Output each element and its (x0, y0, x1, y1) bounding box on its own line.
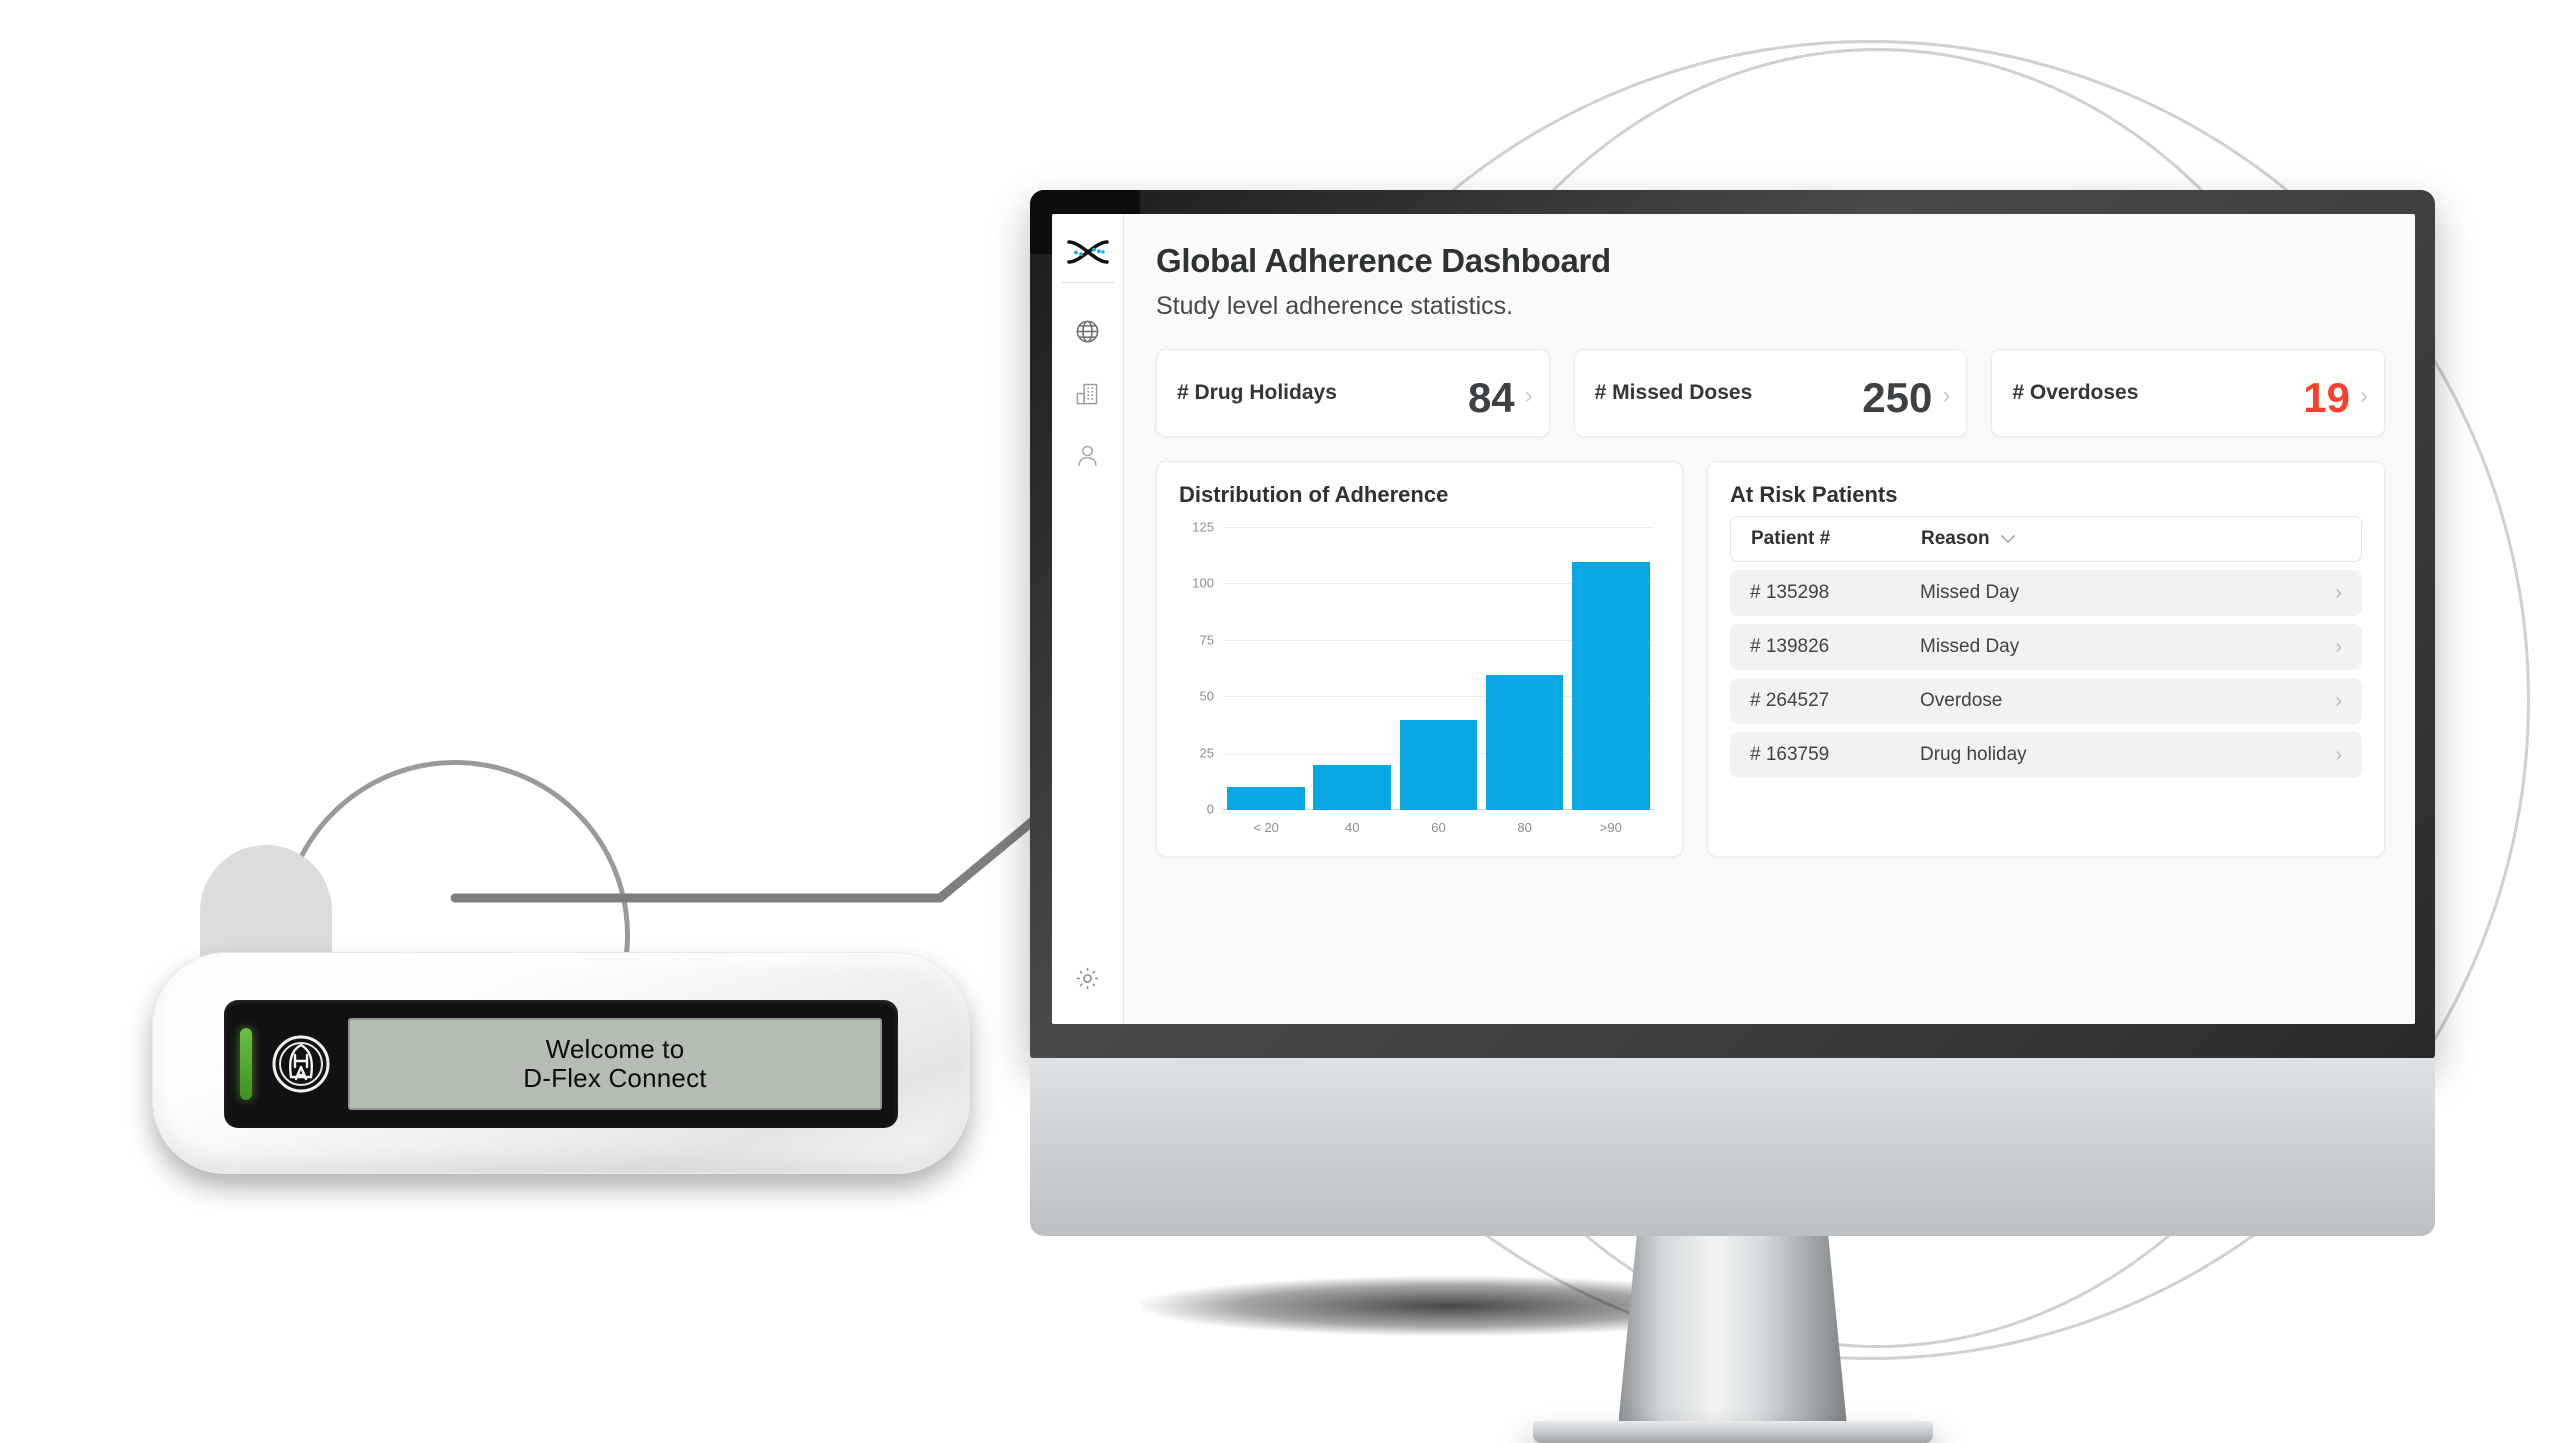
cell-patient-number: # 135298 (1750, 582, 1830, 603)
x-axis-tick-label: 40 (1345, 820, 1360, 835)
lcd-line-2: D-Flex Connect (523, 1063, 707, 1093)
sidebar-item-global[interactable]: Global (1066, 309, 1110, 353)
bar[interactable] (1572, 561, 1650, 810)
dna-helix-logo[interactable] (1061, 230, 1114, 283)
cell-patient-number: # 264527 (1750, 690, 1830, 711)
cell-reason: Missed Day (1920, 582, 2020, 603)
d-flex-connect-device: Welcome to D-Flex Connect (152, 952, 970, 1174)
main-content: Global Adherence Dashboard Study level a… (1124, 214, 2415, 1024)
x-axis-tick-label: < 20 (1253, 820, 1279, 835)
bar-series: < 20 40 60 80 >90 (1223, 528, 1654, 835)
column-header-reason-wrap[interactable]: Reason (1921, 528, 2315, 550)
bar[interactable] (1313, 764, 1392, 810)
y-axis-tick-label: 75 (1199, 632, 1214, 648)
x-axis-tick-label: 60 (1431, 820, 1446, 835)
y-axis-tick-label: 100 (1192, 575, 1214, 591)
device-front-panel: Welcome to D-Flex Connect (224, 1000, 898, 1128)
y-axis-tick-label: 125 (1192, 519, 1214, 535)
monitor-lower-bezel (1030, 1058, 2435, 1236)
page-title: Global Adherence Dashboard (1156, 242, 1611, 279)
monitor-stand-base (1532, 1421, 1933, 1443)
table-row[interactable]: # 135298 Missed Day › (1730, 570, 2362, 616)
bar-column[interactable]: < 20 (1227, 528, 1305, 835)
screen: Global Sites (1052, 214, 2415, 1024)
stat-card-overdoses[interactable]: # Overdoses 19 › (1991, 349, 2386, 437)
lcd-line-1: Welcome to (545, 1033, 685, 1064)
bar[interactable] (1227, 787, 1305, 810)
chevron-right-icon[interactable]: › (2316, 744, 2342, 767)
bar-column[interactable]: 40 (1313, 528, 1392, 835)
bar[interactable] (1485, 674, 1564, 810)
cell-reason: Drug holiday (1920, 744, 2027, 765)
chevron-right-icon[interactable]: › (2316, 636, 2342, 659)
y-axis-tick-label: 0 (1206, 801, 1214, 817)
stat-label: # Overdoses (2012, 381, 2139, 404)
sidebar: Global Sites (1052, 214, 1124, 1024)
cell-patient-number: # 163759 (1750, 744, 1830, 765)
x-axis-tick-label: 80 (1517, 820, 1532, 835)
distribution-chart-panel: Distribution of Adherence 0 25 50 75 100 125 … (1156, 461, 1683, 857)
table-header-row: Patient # Reason (1730, 516, 2362, 562)
chevron-right-icon[interactable]: › (2360, 382, 2368, 410)
stat-card-row: # Drug Holidays 84 › # Missed Doses 250 … (1156, 349, 2386, 437)
cell-reason: Missed Day (1920, 636, 2020, 657)
chevron-right-icon[interactable]: › (1942, 382, 1950, 410)
table-row[interactable]: # 163759 Drug holiday › (1730, 732, 2362, 778)
table-row[interactable]: # 264527 Overdose › (1730, 678, 2362, 724)
bar-column[interactable]: 80 (1485, 528, 1564, 835)
table-body: # 135298 Missed Day › # 139826 Missed Day › # … (1730, 570, 2362, 778)
gear-icon[interactable]: Settings (1066, 956, 1110, 1000)
sidebar-item-patients[interactable]: Patients (1066, 433, 1110, 477)
at-risk-patients-table: Patient # Reason # 135298 Missed Day › #… (1730, 516, 2362, 778)
cell-reason: Overdose (1920, 690, 2003, 711)
table-title: At Risk Patients (1730, 482, 1898, 507)
column-header-reason: Reason (1921, 528, 1990, 549)
at-risk-patients-panel: At Risk Patients Patient # Reason # 1352… (1707, 461, 2385, 857)
bar[interactable] (1399, 719, 1478, 810)
chevron-right-icon[interactable]: › (2316, 690, 2342, 713)
panel-row: Distribution of Adherence 0 25 50 75 100 125 … (1156, 461, 2385, 857)
bar-column[interactable]: 60 (1399, 528, 1478, 835)
x-axis-tick-label: >90 (1599, 820, 1622, 835)
stat-label: # Drug Holidays (1177, 381, 1337, 404)
monitor: Global Sites (1030, 190, 2435, 1443)
sidebar-item-sites[interactable]: Sites (1066, 371, 1110, 415)
stat-value: 250 (1862, 374, 1933, 421)
table-row[interactable]: # 139826 Missed Day › (1730, 624, 2362, 670)
circular-monogram-logo (270, 1033, 332, 1095)
bar-chart: 0 25 50 75 100 125 < 20 40 60 80 >90 (1179, 516, 1660, 846)
stat-value: 84 (1467, 374, 1515, 421)
status-led (240, 1028, 252, 1100)
y-axis-tick-label: 50 (1199, 688, 1214, 704)
device-lcd-screen: Welcome to D-Flex Connect (348, 1018, 882, 1110)
chevron-right-icon[interactable]: › (1525, 382, 1533, 410)
y-axis-tick-label: 25 (1199, 745, 1214, 761)
bar-column[interactable]: >90 (1572, 528, 1650, 835)
monitor-bezel: Global Sites (1030, 190, 2435, 1060)
stat-card-missed-doses[interactable]: # Missed Doses 250 › (1573, 349, 1968, 437)
stat-card-drug-holidays[interactable]: # Drug Holidays 84 › (1156, 349, 1550, 437)
chevron-down-icon[interactable] (2000, 534, 2016, 544)
chart-plot-area: 0 25 50 75 100 125 < 20 40 60 80 >90 (1192, 520, 1654, 835)
chevron-right-icon[interactable]: › (2316, 582, 2342, 605)
stat-label: # Missed Doses (1594, 381, 1753, 404)
stat-value: 19 (2303, 374, 2351, 421)
column-header-patient[interactable]: Patient # (1751, 528, 1921, 550)
chart-title: Distribution of Adherence (1179, 482, 1449, 507)
monitor-stand-neck (1618, 1236, 1847, 1421)
cell-patient-number: # 139826 (1750, 636, 1830, 657)
page-subtitle: Study level adherence statistics. (1156, 292, 1514, 320)
